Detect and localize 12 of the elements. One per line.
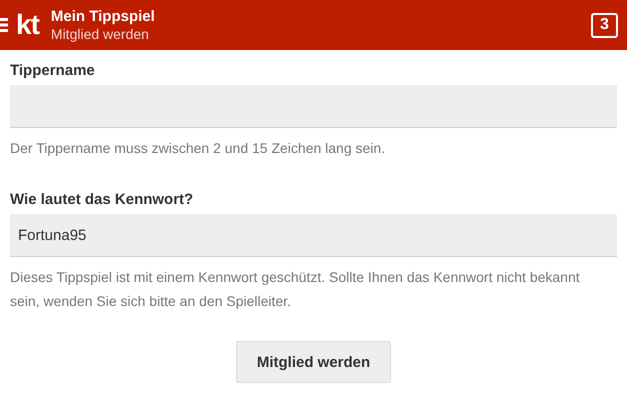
field-label: Wie lautet das Kennwort?	[10, 190, 194, 210]
page-subtitle: Mitglied werden	[50, 26, 150, 42]
input-field[interactable]	[10, 85, 617, 128]
count-badge[interactable]: 3	[591, 12, 618, 38]
logo[interactable]: kt	[16, 11, 39, 39]
menu-icon[interactable]	[0, 17, 8, 33]
help-text: Dieses Tippspiel ist mit einem Kennwort geschützt. Sollte Ihnen das Kennwort nicht bekannt sein, wenden Sie sich bitte an den Spielleiter.	[10, 268, 581, 311]
join-button[interactable]: Mitglied werden	[236, 341, 391, 383]
help-text: Der Tippername muss zwischen 2 und 15 Zeichen lang sein.	[10, 139, 386, 158]
field-label: Tippername	[10, 61, 96, 81]
page-title: Mein Tippspiel	[50, 8, 156, 26]
input-field[interactable]: Fortuna95	[10, 214, 617, 257]
